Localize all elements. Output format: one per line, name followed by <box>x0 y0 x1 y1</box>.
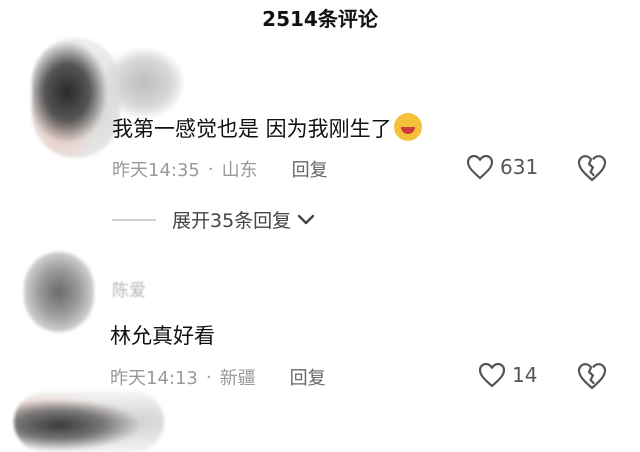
heart-icon <box>478 362 506 388</box>
comment-username[interactable]: 陈爱 <box>112 276 146 301</box>
comment-meta: 昨天14:13 · 新疆 回复 <box>110 364 326 390</box>
chevron-down-icon <box>297 214 315 226</box>
laughing-emoji-icon <box>393 113 422 141</box>
expand-replies-button[interactable]: 展开35条回复 <box>112 206 315 233</box>
avatar-blur-decoration <box>104 48 184 118</box>
comment-text: 林允真好看 <box>110 320 215 350</box>
avatar[interactable] <box>14 392 164 452</box>
like-button[interactable]: 631 <box>466 154 538 180</box>
separator-dot: · <box>205 366 212 388</box>
heart-icon <box>466 154 494 180</box>
like-count: 14 <box>512 363 538 387</box>
like-count: 631 <box>500 155 539 179</box>
comment-location: 山东 <box>221 160 258 181</box>
comment-meta: 昨天14:35 · 山东 回复 <box>112 156 328 182</box>
expand-divider-line <box>112 218 156 221</box>
comment-time: 昨天14:35 <box>112 160 200 181</box>
avatar[interactable] <box>24 252 94 332</box>
comment-text-content: 我第一感觉也是 因为我刚生了 <box>112 117 392 141</box>
like-button[interactable]: 14 <box>478 362 537 388</box>
broken-heart-icon <box>577 362 607 390</box>
separator-dot: · <box>207 158 214 180</box>
comment-text-content: 林允真好看 <box>110 324 215 348</box>
reply-button[interactable]: 回复 <box>292 156 328 182</box>
dislike-button[interactable] <box>577 154 607 182</box>
comment-time: 昨天14:13 <box>110 368 198 389</box>
dislike-button[interactable] <box>577 362 607 390</box>
expand-replies-label: 展开35条回复 <box>172 210 292 232</box>
comments-header: 2514条评论 <box>0 0 640 34</box>
comment-location: 新疆 <box>219 368 256 389</box>
broken-heart-icon <box>577 154 607 182</box>
comment-count-title: 2514条评论 <box>262 6 378 31</box>
comment-text: 我第一感觉也是 因为我刚生了 <box>112 113 422 143</box>
reply-button[interactable]: 回复 <box>290 364 326 390</box>
